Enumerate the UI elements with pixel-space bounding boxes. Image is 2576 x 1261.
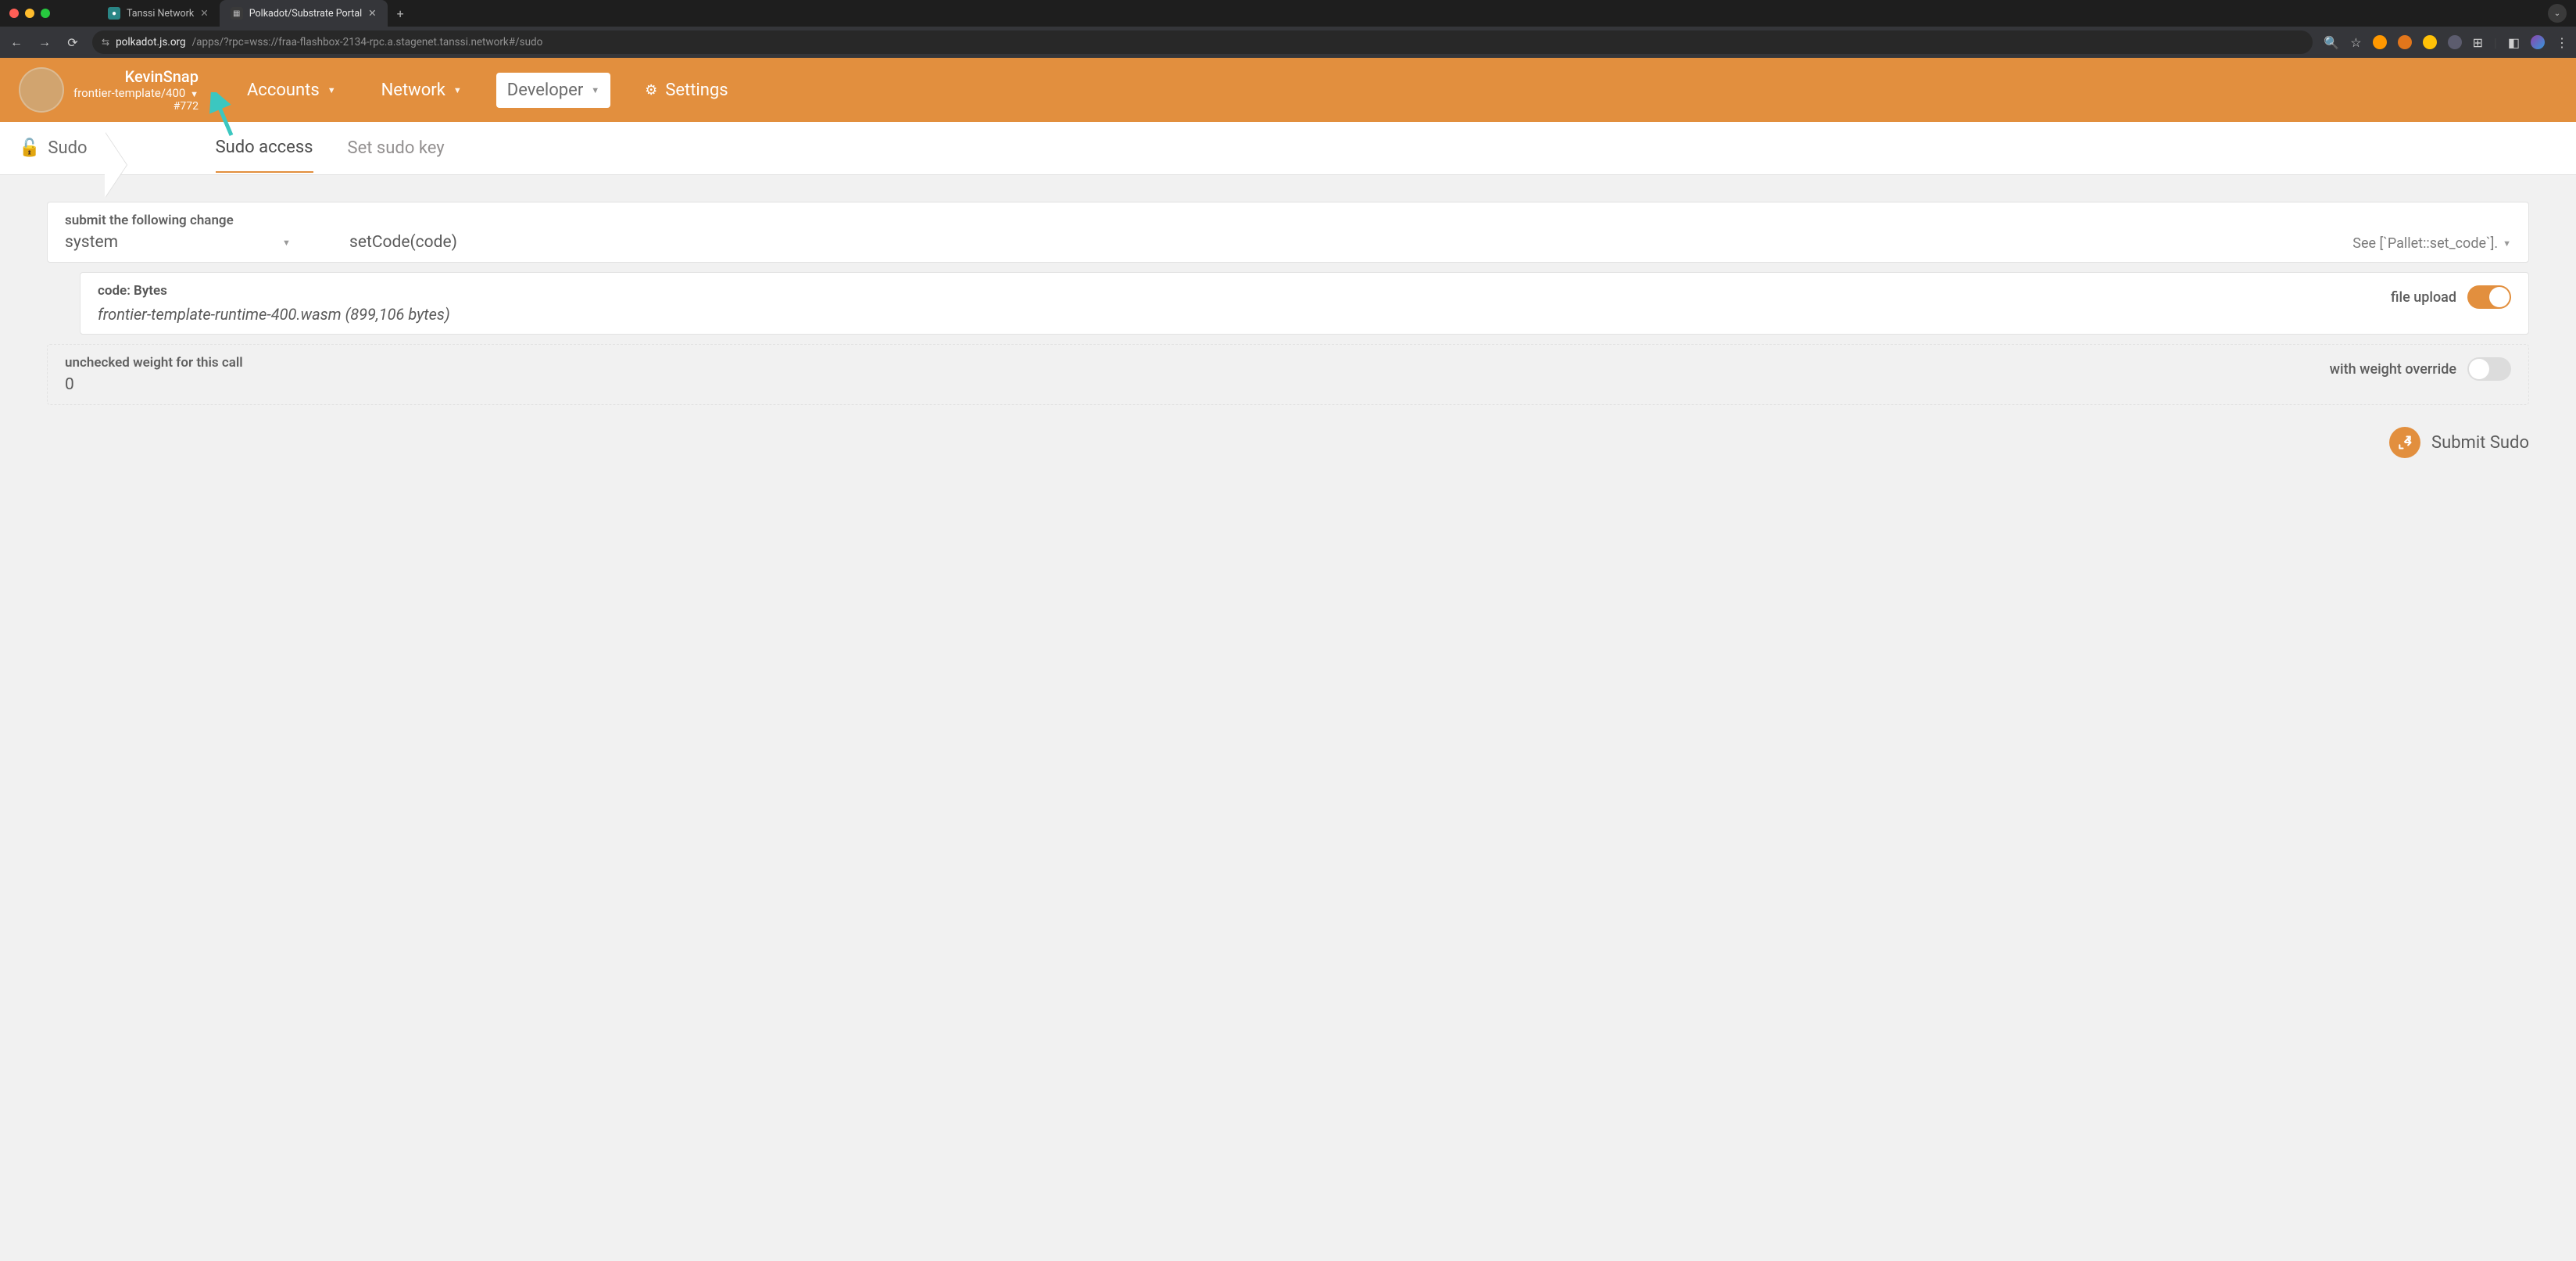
sidepanel-icon[interactable]: ◧ bbox=[2508, 35, 2520, 50]
window-titlebar: ● Tanssi Network ✕ ▦ Polkadot/Substrate … bbox=[0, 0, 2576, 27]
weight-override-toggle[interactable] bbox=[2467, 357, 2511, 381]
submit-icon bbox=[2389, 427, 2420, 458]
chain-name: KevinSnap bbox=[73, 67, 199, 86]
nav-label: Settings bbox=[665, 81, 728, 100]
new-tab-button[interactable]: + bbox=[388, 6, 413, 21]
submit-row: Submit Sudo bbox=[47, 427, 2529, 458]
method-select[interactable]: setCode(code) bbox=[349, 233, 2352, 252]
nav-accounts[interactable]: Accounts ▼ bbox=[236, 73, 347, 108]
file-upload-label: file upload bbox=[2391, 289, 2456, 306]
browser-toolbar: ← → ⟳ ⇆ polkadot.js.org/apps/?rpc=wss://… bbox=[0, 27, 2576, 58]
browser-tab-tanssi[interactable]: ● Tanssi Network ✕ bbox=[97, 0, 220, 27]
submit-sudo-button[interactable]: Submit Sudo bbox=[2389, 427, 2529, 458]
metamask-extension-icon[interactable] bbox=[2398, 35, 2412, 49]
extension-icon[interactable] bbox=[2373, 35, 2387, 49]
nav-settings[interactable]: ⚙ Settings bbox=[634, 73, 739, 108]
chevron-down-icon: ▼ bbox=[282, 238, 291, 248]
chevron-down-icon: ▼ bbox=[453, 85, 462, 95]
param-code-card: file upload code: Bytes frontier-templat… bbox=[80, 272, 2529, 335]
tanssi-favicon-icon: ● bbox=[108, 7, 120, 20]
file-drop-field[interactable]: frontier-template-runtime-400.wasm (899,… bbox=[98, 305, 2511, 324]
polkadot-favicon-icon: ▦ bbox=[231, 7, 243, 20]
chain-selector[interactable]: KevinSnap frontier-template/400 ▼ #772 bbox=[19, 67, 199, 113]
browser-tabs: ● Tanssi Network ✕ ▦ Polkadot/Substrate … bbox=[97, 0, 413, 27]
extension-icon[interactable] bbox=[2448, 35, 2462, 49]
close-tab-icon[interactable]: ✕ bbox=[200, 7, 208, 20]
gear-icon: ⚙ bbox=[645, 82, 657, 99]
app-header: KevinSnap frontier-template/400 ▼ #772 A… bbox=[0, 58, 2576, 122]
window-dropdown-button[interactable]: ⌄ bbox=[2548, 4, 2567, 23]
breadcrumb-label: Sudo bbox=[48, 138, 87, 158]
method-value: setCode(code) bbox=[349, 233, 457, 252]
tab-sudo-access[interactable]: Sudo access bbox=[216, 138, 313, 173]
file-upload-toggle[interactable] bbox=[2467, 285, 2511, 309]
nav-network[interactable]: Network ▼ bbox=[370, 73, 473, 108]
nav-label: Accounts bbox=[247, 81, 320, 100]
chain-info: KevinSnap frontier-template/400 ▼ #772 bbox=[73, 67, 199, 113]
lock-icon: 🔓 bbox=[19, 138, 40, 158]
weight-label: unchecked weight for this call bbox=[65, 355, 2511, 371]
url-host: polkadot.js.org bbox=[116, 36, 186, 48]
window-controls bbox=[9, 9, 50, 18]
submit-label: Submit Sudo bbox=[2431, 433, 2529, 453]
main-nav: Accounts ▼ Network ▼ Developer ▼ ⚙ Setti… bbox=[236, 73, 739, 108]
kebab-menu-icon[interactable]: ⋮ bbox=[2556, 35, 2568, 50]
pallet-select[interactable]: system ▼ bbox=[65, 233, 331, 252]
param-code-label: code: Bytes bbox=[98, 283, 2511, 299]
nav-label: Developer bbox=[507, 81, 584, 100]
bookmark-icon[interactable]: ☆ bbox=[2350, 35, 2361, 50]
browser-tab-polkadot[interactable]: ▦ Polkadot/Substrate Portal ✕ bbox=[220, 0, 388, 27]
profile-avatar-icon[interactable] bbox=[2531, 35, 2545, 49]
weight-override-label: with weight override bbox=[2330, 361, 2456, 378]
tab-set-sudo-key[interactable]: Set sudo key bbox=[348, 138, 445, 172]
reload-button[interactable]: ⟳ bbox=[64, 35, 81, 50]
site-info-icon[interactable]: ⇆ bbox=[102, 37, 109, 48]
chevron-down-icon: ▼ bbox=[2503, 238, 2511, 249]
chain-spec: frontier-template/400 bbox=[73, 86, 185, 100]
breadcrumb-divider bbox=[105, 132, 127, 198]
chevron-down-icon: ▼ bbox=[327, 85, 336, 95]
window-zoom-button[interactable] bbox=[41, 9, 50, 18]
sub-nav: 🔓 Sudo Sudo access Set sudo key bbox=[0, 122, 2576, 175]
docs-hint[interactable]: See [`Pallet::set_code`]. ▼ bbox=[2352, 235, 2511, 252]
toolbar-actions: 🔍 ☆ ⊞ | ◧ ⋮ bbox=[2324, 35, 2568, 50]
address-bar[interactable]: ⇆ polkadot.js.org/apps/?rpc=wss://fraa-f… bbox=[92, 30, 2313, 54]
chain-logo-icon bbox=[19, 67, 64, 113]
close-tab-icon[interactable]: ✕ bbox=[368, 7, 376, 20]
breadcrumb-section: 🔓 Sudo bbox=[19, 138, 116, 158]
tab-title: Tanssi Network bbox=[127, 8, 194, 20]
nav-label: Network bbox=[381, 81, 445, 100]
weight-card: with weight override unchecked weight fo… bbox=[47, 344, 2529, 405]
zoom-icon[interactable]: 🔍 bbox=[2324, 35, 2339, 50]
chain-block-number: #772 bbox=[73, 100, 199, 113]
weight-value: 0 bbox=[65, 375, 2511, 394]
extensions-menu-icon[interactable]: ⊞ bbox=[2473, 35, 2483, 50]
page-content: submit the following change system ▼ set… bbox=[0, 175, 2576, 485]
chevron-down-icon: ▼ bbox=[591, 85, 599, 95]
window-close-button[interactable] bbox=[9, 9, 19, 18]
back-button[interactable]: ← bbox=[8, 34, 25, 50]
call-selector-card: submit the following change system ▼ set… bbox=[47, 202, 2529, 263]
url-path: /apps/?rpc=wss://fraa-flashbox-2134-rpc.… bbox=[192, 36, 543, 48]
tab-title: Polkadot/Substrate Portal bbox=[249, 8, 362, 20]
extension-icon[interactable] bbox=[2423, 35, 2437, 49]
submit-change-label: submit the following change bbox=[65, 213, 331, 228]
pallet-value: system bbox=[65, 233, 118, 252]
window-minimize-button[interactable] bbox=[25, 9, 34, 18]
chevron-down-icon: ▼ bbox=[190, 89, 199, 99]
docs-text: See [`Pallet::set_code`]. bbox=[2352, 235, 2498, 252]
forward-button[interactable]: → bbox=[36, 34, 53, 50]
app-root: KevinSnap frontier-template/400 ▼ #772 A… bbox=[0, 58, 2576, 1261]
nav-developer[interactable]: Developer ▼ bbox=[496, 73, 610, 108]
